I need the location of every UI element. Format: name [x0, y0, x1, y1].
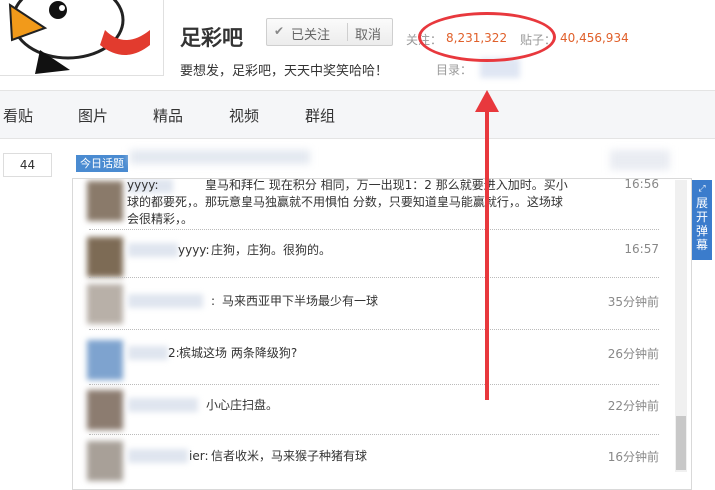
avatar [87, 441, 123, 481]
count-box: 44 [3, 153, 52, 177]
tab-videos[interactable]: 视频 [229, 105, 259, 126]
followed-label: 已关注 [291, 28, 331, 43]
username-blurred [128, 346, 168, 360]
expand-danmu-button[interactable]: ⤢ 展开弹幕 [692, 180, 712, 260]
follow-button[interactable]: ✔ 已关注 取消 [266, 18, 393, 46]
danmu-user: ier: [189, 449, 209, 463]
username-blurred [128, 398, 198, 412]
danmu-text: 小心庄扫盘。 [206, 398, 279, 412]
danmu-time: 26分钟前 [607, 347, 659, 361]
danmu-text: 信者收米，马来猴子种猪有球 [211, 449, 368, 463]
scrollbar-thumb[interactable] [676, 416, 686, 470]
avatar [87, 181, 123, 221]
danmu-time: 22分钟前 [607, 399, 659, 413]
avatar [87, 284, 123, 324]
avatar [87, 390, 123, 430]
danmu-user: yyyy: [178, 243, 210, 257]
divider [89, 384, 659, 385]
tab-featured[interactable]: 精品 [153, 105, 183, 126]
danmu-text: 庄狗，庄狗。很狗的。 [211, 243, 332, 257]
tab-posts[interactable]: 看贴 [3, 105, 33, 126]
blurred-area [610, 150, 670, 170]
forum-header: 足彩吧 ✔ 已关注 取消 关注： 8,231,322 贴子： 40,456,93… [0, 0, 715, 90]
danmu-text: 马来西亚甲下半场最少有一球 [222, 294, 379, 308]
button-divider [347, 23, 348, 41]
danmu-user: : [211, 294, 216, 308]
forum-avatar[interactable] [0, 0, 164, 76]
danmu-text: 皇马和拜仁 现在积分 相同，万一出现1：2 那么就要进入加时。买小 球的都要死，… [127, 178, 568, 226]
username-blurred [128, 243, 178, 257]
danmu-time: 35分钟前 [607, 295, 659, 309]
forum-name[interactable]: 足彩吧 [180, 22, 243, 52]
forum-nav-bar: 看贴 图片 精品 视频 群组 [0, 90, 715, 139]
blurred-area [130, 150, 310, 164]
username-blurred [128, 449, 188, 463]
expand-danmu-label: 展开弹幕 [696, 196, 709, 252]
danmu-text: 槟城这场 两条降级狗? [179, 346, 298, 360]
today-topic-tag[interactable]: 今日话题 [76, 155, 128, 172]
danmu-time: 16分钟前 [607, 450, 659, 464]
avatar [87, 237, 123, 277]
posts-count: 40,456,934 [560, 31, 629, 45]
unfollow-button[interactable]: 取消 [355, 24, 381, 43]
forum-slogan: 要想发，足彩吧，天天中奖笑哈哈！ [180, 64, 389, 79]
annotation-circle [418, 12, 556, 62]
danmu-user: 2: [168, 346, 180, 360]
danmu-time: 16:56 [624, 178, 659, 191]
danmu-time: 16:57 [624, 242, 659, 256]
danmu-list: yyyy: 皇马和拜仁 现在积分 相同，万一出现1：2 那么就要进入加时。买小 … [72, 178, 692, 490]
divider [89, 277, 659, 278]
directory-label: 目录： [436, 63, 473, 77]
tab-images[interactable]: 图片 [78, 105, 108, 126]
divider [89, 329, 659, 330]
username-blurred [128, 294, 203, 308]
expand-icon: ⤢ [698, 184, 706, 194]
tab-groups[interactable]: 群组 [305, 105, 335, 126]
avatar [87, 340, 123, 380]
divider [89, 434, 659, 435]
divider [89, 229, 659, 230]
checkmark-icon: ✔ [274, 24, 285, 38]
